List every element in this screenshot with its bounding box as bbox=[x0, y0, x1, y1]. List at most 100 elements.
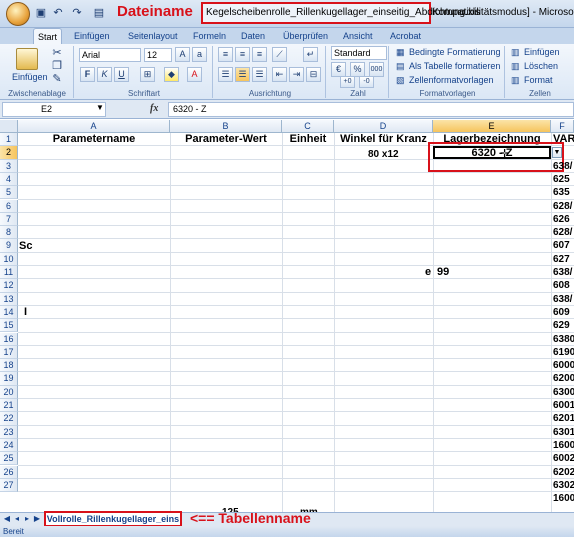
align-center-icon[interactable]: ☰ bbox=[235, 67, 250, 82]
row-header[interactable]: 4 bbox=[0, 172, 18, 187]
borders-icon[interactable]: ⊞ bbox=[140, 67, 155, 82]
redo-icon[interactable]: ↷ bbox=[70, 7, 84, 20]
cell-f[interactable]: 635 bbox=[553, 186, 570, 199]
cell-f[interactable]: 6001 bbox=[553, 399, 574, 412]
cell-a8[interactable]: Sc bbox=[19, 240, 32, 253]
row-header[interactable]: 2 bbox=[0, 146, 18, 160]
cell-f[interactable]: 6190 bbox=[553, 346, 574, 359]
thousands-icon[interactable]: 000 bbox=[369, 62, 384, 77]
row-header[interactable]: 16 bbox=[0, 332, 18, 346]
row-header[interactable]: 15 bbox=[0, 319, 18, 333]
row-header[interactable]: 25 bbox=[0, 452, 18, 466]
cell-d10[interactable]: e bbox=[425, 266, 431, 279]
row-header[interactable]: 5 bbox=[0, 186, 18, 200]
next-sheet-icon[interactable]: ▸ bbox=[23, 514, 31, 524]
row-header[interactable]: 3 bbox=[0, 159, 18, 173]
cell-f[interactable]: 1600 bbox=[553, 492, 574, 505]
cell-f[interactable]: 609 bbox=[553, 306, 570, 319]
copy-icon[interactable]: ❐ bbox=[50, 60, 64, 73]
paste-icon[interactable] bbox=[16, 48, 38, 70]
bold-button[interactable]: F bbox=[80, 67, 95, 82]
cell-a13[interactable]: I bbox=[24, 306, 27, 319]
cell-f[interactable]: 6380 bbox=[553, 333, 574, 346]
save-icon[interactable]: ▣ bbox=[34, 7, 48, 20]
cell-f[interactable]: 628/ bbox=[553, 226, 572, 239]
cell-f[interactable]: 6300 bbox=[553, 386, 574, 399]
cell-f[interactable]: 638/ bbox=[553, 160, 572, 173]
name-box[interactable]: E2 bbox=[2, 102, 106, 117]
cell-f[interactable]: 629 bbox=[553, 319, 570, 332]
delete-button[interactable]: Löschen bbox=[524, 61, 558, 71]
cell-f[interactable]: 6200 bbox=[553, 372, 574, 385]
insert-function-icon[interactable]: fx bbox=[150, 103, 158, 114]
align-right-icon[interactable]: ☰ bbox=[252, 67, 267, 82]
align-bottom-icon[interactable]: ≡ bbox=[252, 47, 267, 62]
cell-f[interactable]: 6000 bbox=[553, 359, 574, 372]
cell-styles-button[interactable]: Zellenformatvorlagen bbox=[409, 75, 494, 85]
last-sheet-icon[interactable]: ▶ bbox=[33, 514, 41, 524]
column-header-b[interactable]: B bbox=[170, 120, 282, 133]
tab-ueberpruefen[interactable]: Überprüfen bbox=[279, 28, 332, 44]
column-header-d[interactable]: D bbox=[334, 120, 433, 133]
row-header[interactable]: 27 bbox=[0, 478, 18, 493]
row-header[interactable]: 18 bbox=[0, 359, 18, 373]
cell-f[interactable]: 6302 bbox=[553, 479, 574, 492]
cell-f[interactable]: 625 bbox=[553, 173, 570, 186]
row-header[interactable]: 9 bbox=[0, 239, 18, 253]
cell-dropdown-icon[interactable]: ▼ bbox=[552, 147, 562, 158]
tab-formeln[interactable]: Formeln bbox=[189, 28, 230, 44]
tab-ansicht[interactable]: Ansicht bbox=[339, 28, 377, 44]
cell-f[interactable]: 607 bbox=[553, 239, 570, 252]
percent-icon[interactable]: % bbox=[350, 62, 365, 77]
tab-start[interactable]: Start bbox=[33, 28, 63, 44]
merge-center-icon[interactable]: ⊟ bbox=[306, 67, 321, 82]
align-left-icon[interactable]: ☰ bbox=[218, 67, 233, 82]
increase-decimal-icon[interactable]: +0 bbox=[340, 76, 355, 88]
tab-einfuegen[interactable]: Einfügen bbox=[70, 28, 114, 44]
header-parameter-wert[interactable]: Parameter-Wert bbox=[170, 133, 282, 146]
currency-icon[interactable]: € bbox=[331, 62, 346, 77]
row-header[interactable]: 10 bbox=[0, 252, 18, 266]
header-parametername[interactable]: Parametername bbox=[18, 133, 170, 146]
cell-e10[interactable]: 99 bbox=[437, 266, 449, 279]
number-format-select[interactable]: Standard bbox=[331, 46, 387, 60]
row-header[interactable]: 6 bbox=[0, 199, 18, 213]
row-header[interactable]: 7 bbox=[0, 212, 18, 227]
cell-f[interactable]: 1600 bbox=[553, 439, 574, 452]
font-name-select[interactable]: Arial bbox=[79, 48, 141, 62]
tab-seitenlayout[interactable]: Seitenlayout bbox=[124, 28, 182, 44]
font-color-icon[interactable]: A bbox=[187, 67, 202, 82]
tab-daten[interactable]: Daten bbox=[237, 28, 269, 44]
cell-f[interactable]: 627 bbox=[553, 253, 570, 266]
cell-f[interactable]: 6002 bbox=[553, 452, 574, 465]
cell-f[interactable]: 608 bbox=[553, 279, 570, 292]
row-header[interactable]: 12 bbox=[0, 279, 18, 293]
row-header[interactable]: 11 bbox=[0, 266, 18, 280]
cell-d2[interactable]: 80 x12 bbox=[368, 148, 399, 161]
row-header[interactable]: 13 bbox=[0, 292, 18, 306]
column-header-f[interactable]: F bbox=[551, 120, 574, 133]
tab-acrobat[interactable]: Acrobat bbox=[386, 28, 425, 44]
header-winkel[interactable]: Winkel für Kranz bbox=[334, 133, 433, 146]
increase-indent-icon[interactable]: ⇥ bbox=[289, 67, 304, 82]
decrease-indent-icon[interactable]: ⇤ bbox=[272, 67, 287, 82]
row-header[interactable]: 26 bbox=[0, 465, 18, 479]
select-all-corner[interactable] bbox=[0, 120, 18, 133]
column-header-a[interactable]: A bbox=[18, 120, 170, 133]
undo-icon[interactable]: ↶ bbox=[51, 7, 65, 20]
first-sheet-icon[interactable]: ◀ bbox=[3, 514, 11, 524]
cell-f[interactable]: 6202 bbox=[553, 466, 574, 479]
column-header-c[interactable]: C bbox=[282, 120, 334, 133]
cell-f[interactable]: 6301 bbox=[553, 426, 574, 439]
cond-format-button[interactable]: Bedingte Formatierung bbox=[409, 47, 501, 57]
fill-color-icon[interactable]: ◆ bbox=[164, 67, 179, 82]
cut-icon[interactable]: ✂ bbox=[50, 47, 64, 60]
grow-font-icon[interactable]: A bbox=[175, 47, 190, 62]
wrap-text-icon[interactable]: ↵ bbox=[303, 47, 318, 62]
underline-button[interactable]: U bbox=[114, 67, 129, 82]
row-header[interactable]: 14 bbox=[0, 305, 18, 320]
cell-f[interactable]: 6201 bbox=[553, 412, 574, 425]
font-size-select[interactable]: 12 bbox=[144, 48, 172, 62]
row-header[interactable]: 20 bbox=[0, 385, 18, 399]
orientation-icon[interactable]: ⟋ bbox=[272, 47, 287, 62]
